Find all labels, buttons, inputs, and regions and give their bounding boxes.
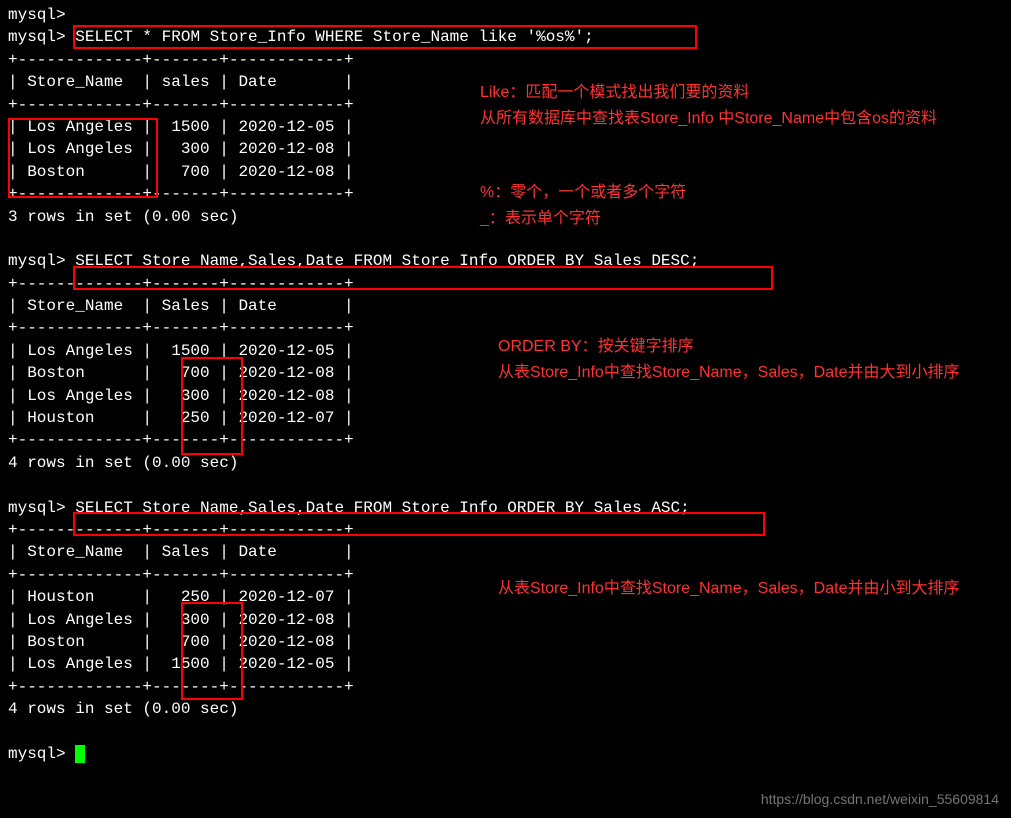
annotation-orderby: ORDER BY：按关键字排序 从表Store_Info中查找Store_Nam… xyxy=(498,334,988,385)
table-row: | Los Angeles | 300 | 2020-12-08 | xyxy=(8,385,1003,407)
annotation-asc: 从表Store_Info中查找Store_Name，Sales，Date并由小到… xyxy=(498,576,988,602)
result-footer: 4 rows in set (0.00 sec) xyxy=(8,698,1003,720)
query-line-3: mysql> SELECT Store_Name,Sales,Date FROM… xyxy=(8,497,1003,519)
table-border: +-------------+-------+------------+ xyxy=(8,273,1003,295)
table-header: | Store_Name | Sales | Date | xyxy=(8,295,1003,317)
table-border: +-------------+-------+------------+ xyxy=(8,49,1003,71)
table-border: +-------------+-------+------------+ xyxy=(8,676,1003,698)
query-line-1: mysql> SELECT * FROM Store_Info WHERE St… xyxy=(8,26,1003,48)
watermark-text: https://blog.csdn.net/weixin_55609814 xyxy=(761,790,999,810)
blank-line xyxy=(8,474,1003,496)
annotation-wildcard: %：零个，一个或者多个字符 _：表示单个字符 xyxy=(480,180,980,231)
table-row: | Houston | 250 | 2020-12-07 | xyxy=(8,407,1003,429)
table-row: | Los Angeles | 300 | 2020-12-08 | xyxy=(8,138,1003,160)
table-header: | Store_Name | Sales | Date | xyxy=(8,541,1003,563)
prompt-line: mysql> xyxy=(8,4,1003,26)
table-border: +-------------+-------+------------+ xyxy=(8,519,1003,541)
annotation-like: Like：匹配一个模式找出我们要的资料 从所有数据库中查找表Store_Info… xyxy=(480,80,980,131)
table-border: +-------------+-------+------------+ xyxy=(8,429,1003,451)
table-row: | Los Angeles | 1500 | 2020-12-05 | xyxy=(8,653,1003,675)
prompt-end: mysql> xyxy=(8,743,1003,765)
blank-line xyxy=(8,721,1003,743)
query-line-2: mysql> SELECT Store_Name,Sales,Date FROM… xyxy=(8,250,1003,272)
cursor-icon xyxy=(75,745,85,763)
table-row: | Los Angeles | 300 | 2020-12-08 | xyxy=(8,609,1003,631)
result-footer: 4 rows in set (0.00 sec) xyxy=(8,452,1003,474)
table-row: | Boston | 700 | 2020-12-08 | xyxy=(8,631,1003,653)
blank-line xyxy=(8,228,1003,250)
